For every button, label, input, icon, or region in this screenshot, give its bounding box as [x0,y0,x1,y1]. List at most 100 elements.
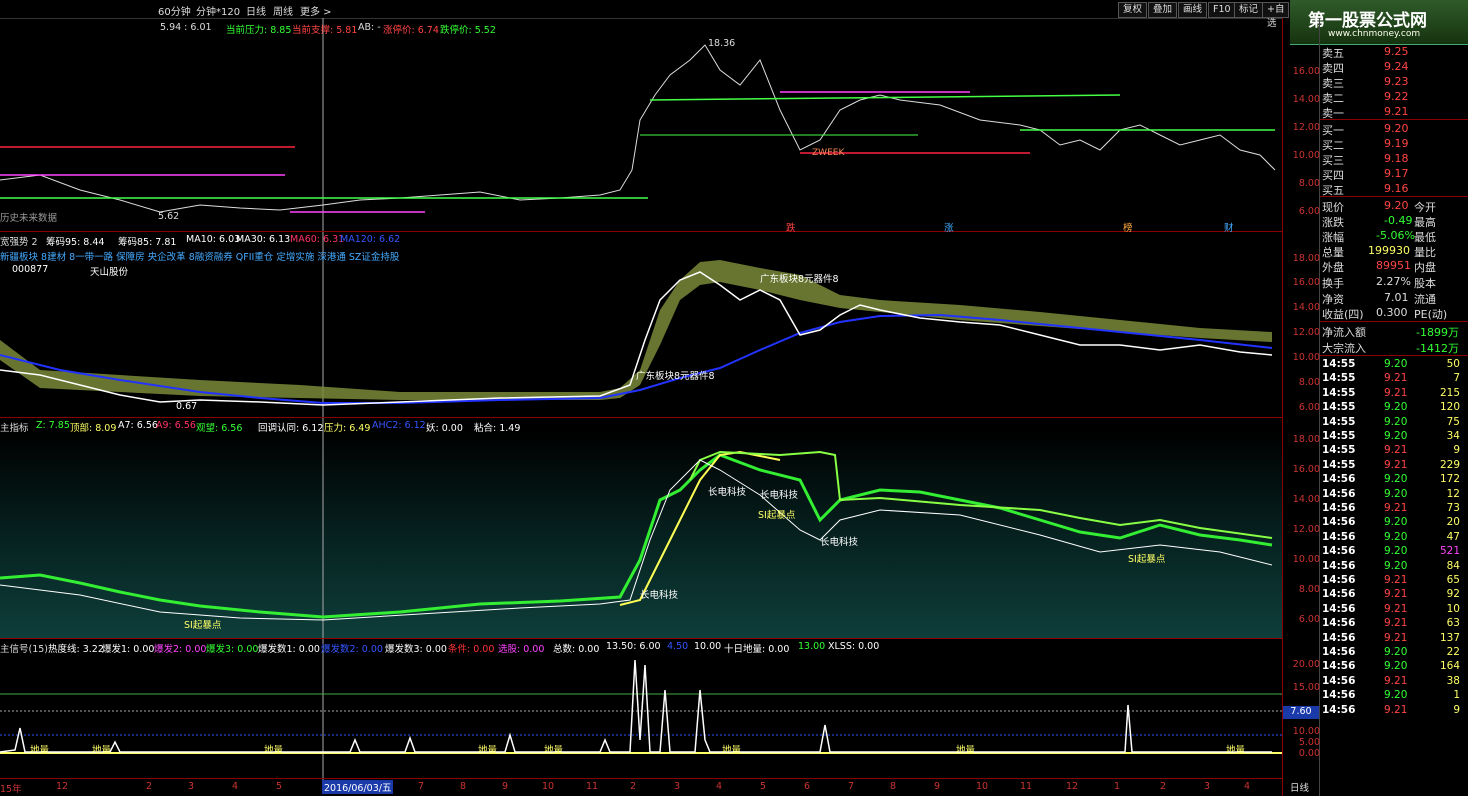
p3-yaxis-4: 10.00 [1292,554,1320,565]
tick-price: 9.20 [1384,545,1408,558]
p4-label-0: 地量 [30,745,50,756]
p3-annotation-2: SI起暴点 [758,510,796,521]
tick-time: 14:56 [1322,574,1356,586]
p4-header-9: 选股: 0.00 [498,644,545,655]
p4-header-10: 总数: 0.00 [553,644,600,655]
tick-row: 14:56 9.21 137 [1320,632,1468,646]
bid-row: 买五 9.16 [1322,182,1409,197]
tick-price: 9.21 [1384,674,1408,687]
p3-header-1: Z: 7.85 [36,420,70,431]
tick-price: 9.21 [1384,617,1408,630]
p3-yaxis-3: 12.00 [1292,524,1320,535]
p2-ma120-line [0,313,1273,404]
tick-row: 14:56 9.20 12 [1320,488,1468,502]
p4-label-4: 地量 [544,745,564,756]
tick-price: 9.21 [1384,574,1408,586]
p3-header-3: A7: 6.56 [118,420,158,431]
stat-row: 涨幅 -5.06% 最低 [1322,229,1436,244]
tick-row: 14:55 9.21 7 [1320,372,1468,386]
x-label-7: 7 [418,781,425,792]
banner-url: www.chnmoney.com [1328,29,1421,39]
p4-header-6: 爆发数2: 0.00 [321,644,383,655]
tick-time: 14:55 [1322,458,1356,471]
x-label-9: 9 [502,781,509,792]
x-label-28: 4 [1244,781,1251,792]
banner-title: 第一股票公式网 [1308,11,1427,31]
tick-volume: 9 [1453,444,1460,457]
period-label[interactable]: 日线 [1290,780,1309,794]
p2-yaxis-0: 18.00 [1292,253,1320,264]
p2-yaxis-6: 6.00 [1298,402,1320,413]
x-label-3: 3 [188,781,195,792]
tick-time: 14:56 [1322,473,1356,486]
p2-concepts: 新疆板块 8建材 8一带一路 保障房 央企改革 8融资融券 QFII重仓 定增实… [0,252,400,263]
p1-header-1: 当前压力: 8.85 [226,25,292,36]
tick-volume: 47 [1446,530,1460,543]
x-label-23: 11 [1020,781,1033,792]
tick-price: 9.21 [1384,444,1408,457]
tick-price: 9.20 [1384,559,1408,572]
p1-low-label: 5.62 [158,211,180,222]
p1-peak-label: 18.36 [708,38,736,49]
p4-header-1: 热度线: 3.22 [48,644,104,655]
p2-header-0: 宽强势 2 [0,237,38,248]
tick-time: 14:56 [1322,559,1356,572]
x-label-11: 11 [586,781,599,792]
tick-row: 14:55 9.20 34 [1320,430,1468,444]
p4-header-16: XLSS: 0.00 [828,641,880,652]
p4-header-4: 爆发3: 0.00 [206,644,259,655]
p4-header-2: 爆发1: 0.00 [102,644,155,655]
tick-volume: 92 [1446,588,1460,601]
tick-price: 9.21 [1384,602,1408,615]
p2-yaxis-5: 8.00 [1298,377,1320,388]
p1-header-2: 当前支撑: 5.81 [292,25,358,36]
tick-volume: 84 [1446,559,1460,572]
tick-time: 14:56 [1322,602,1356,615]
tick-volume: 521 [1439,545,1460,558]
tick-price: 9.20 [1384,430,1408,442]
ticks-divider [1320,355,1468,356]
tick-volume: 164 [1439,660,1460,673]
tick-time: 14:55 [1322,430,1356,442]
p3-yaxis-0: 18.00 [1292,434,1320,445]
tick-price: 9.21 [1384,588,1408,601]
tick-volume: 7 [1453,372,1460,385]
p4-label-7: 地量 [1226,745,1246,756]
p2-stock-code: 000877 [12,264,49,275]
tick-time: 14:55 [1322,415,1356,428]
tick-time: 14:56 [1322,689,1356,702]
tick-volume: 120 [1439,401,1460,414]
tick-row: 14:55 9.20 50 [1320,358,1468,372]
p4-yaxis-2: 10.00 [1292,726,1320,737]
tick-price: 9.20 [1384,401,1408,414]
tick-volume: 63 [1446,617,1460,630]
p4-cursor-value: 7.60 [1283,706,1319,719]
tick-volume: 10 [1446,602,1460,615]
tick-time: 14:56 [1322,530,1356,543]
kline-chart[interactable] [0,0,1282,796]
tick-price: 9.21 [1384,502,1408,514]
p3-header-7: 压力: 6.49 [324,423,371,434]
p2-yaxis-3: 12.00 [1292,327,1320,338]
tick-row: 14:55 9.20 120 [1320,401,1468,415]
tick-volume: 65 [1446,574,1460,586]
tick-row: 14:55 9.21 229 [1320,459,1468,473]
p3-header-9: 妖: 0.00 [426,423,463,434]
p1-header-0: 5.94 : 6.01 [160,22,212,33]
p2-extra-label: 0.67 [176,401,198,412]
tick-row: 14:56 9.21 73 [1320,502,1468,516]
x-label-27: 3 [1204,781,1211,792]
tick-time: 14:56 [1322,703,1356,716]
tick-volume: 1 [1453,689,1460,702]
tick-time: 14:56 [1322,487,1356,500]
p2-header-5: MA60: 6.31 [290,234,345,245]
tick-row: 14:56 9.21 9 [1320,704,1468,718]
x-label-20: 8 [890,781,897,792]
p1-marker-0: 跌 [786,223,796,234]
tick-volume: 73 [1446,502,1460,514]
panel-separator [0,638,1282,639]
p1-yaxis-2: 12.00 [1292,122,1320,133]
site-banner: 第一股票公式网 www.chnmoney.com [1290,0,1468,45]
tick-row: 14:56 9.21 65 [1320,574,1468,588]
p4-label-5: 地量 [722,745,742,756]
